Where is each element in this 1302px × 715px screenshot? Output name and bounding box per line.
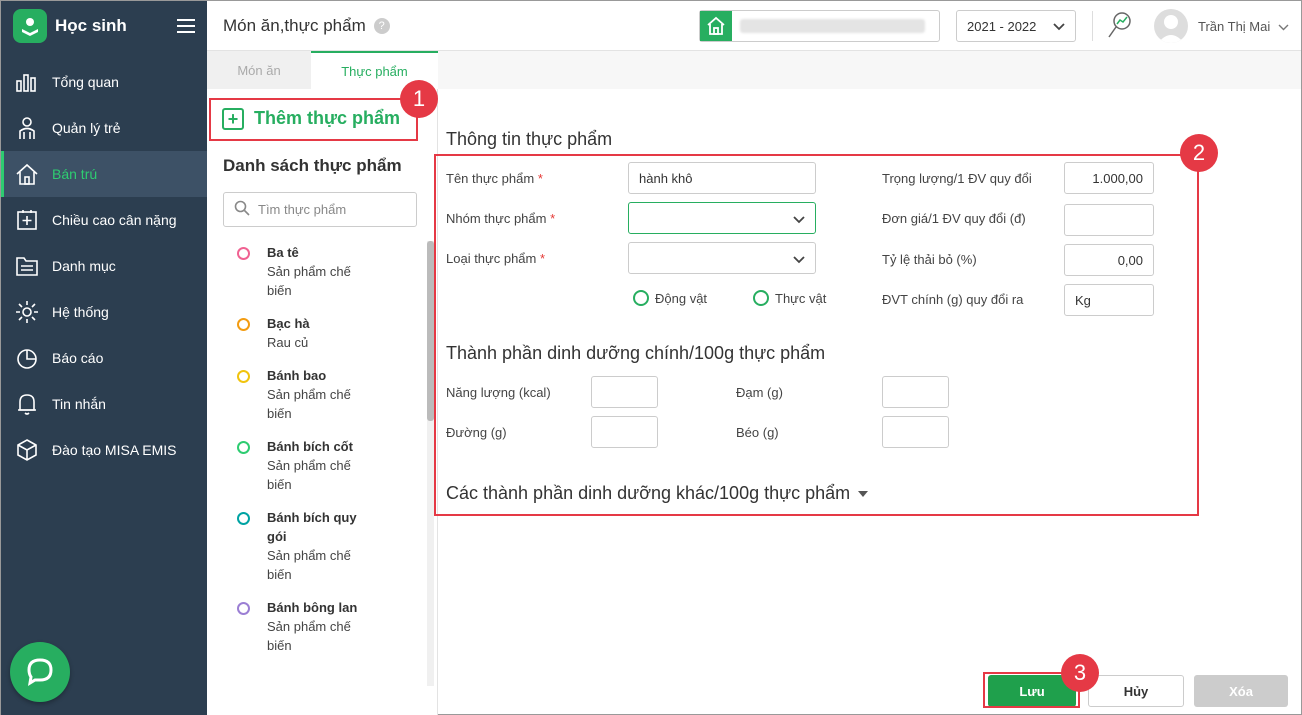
menu-toggle-icon[interactable]: [177, 19, 195, 33]
school-year-value: 2021 - 2022: [967, 18, 1037, 34]
food-list-title: Danh sách thực phẩm: [223, 156, 402, 175]
header-divider: [1092, 11, 1093, 41]
user-menu[interactable]: Trần Thị Mai: [1154, 9, 1289, 43]
tabs: Món ăn Thực phẩm: [207, 51, 438, 89]
food-name: Bánh bao: [267, 368, 327, 383]
sidebar-item-quan-ly-tre[interactable]: Quản lý trẻ: [1, 105, 207, 151]
sidebar-item-label: Đào tạo MISA EMIS: [52, 442, 177, 458]
sidebar-item-label: Hệ thống: [52, 304, 109, 320]
tabs-filler: [438, 51, 1301, 89]
sidebar-item-label: Chiều cao cân nặng: [52, 212, 177, 228]
tab-mon-an[interactable]: Món ăn: [207, 51, 311, 89]
food-category: Rau củ: [267, 335, 309, 350]
child-icon: [13, 114, 41, 142]
house-icon: [13, 160, 41, 188]
chat-support-button[interactable]: [10, 642, 70, 702]
top-header: Món ăn,thực phẩm ? 2021 - 2022 Trần Thị …: [207, 1, 1301, 51]
student-logo-icon: [13, 9, 47, 43]
cancel-button[interactable]: Hủy: [1088, 675, 1184, 707]
chevron-down-icon: [1278, 19, 1289, 34]
food-name: Bánh bông lan: [267, 600, 358, 615]
food-name: Bạc hà: [267, 316, 310, 331]
sidebar: Học sinh Tổng quan Quản lý trẻ Bán trú C…: [1, 1, 207, 715]
food-category: Sản phẩm chế biến: [267, 264, 351, 298]
search-input[interactable]: [258, 202, 408, 217]
status-dot: [237, 318, 250, 331]
plus-square-icon: [13, 206, 41, 234]
cube-icon: [13, 436, 41, 464]
food-name: Ba tê: [267, 245, 299, 260]
sidebar-item-danh-muc[interactable]: Danh mục: [1, 243, 207, 289]
annotation-badge-3: 3: [1061, 654, 1099, 692]
bell-icon: [13, 390, 41, 418]
food-search: [223, 192, 417, 227]
sidebar-item-label: Báo cáo: [52, 350, 104, 366]
list-item[interactable]: Bánh bích quy gói Sản phẩm chế biến: [223, 508, 413, 584]
sidebar-item-bao-cao[interactable]: Báo cáo: [1, 335, 207, 381]
sidebar-item-dao-tao[interactable]: Đào tạo MISA EMIS: [1, 427, 207, 473]
food-category: Sản phẩm chế biến: [267, 619, 351, 653]
section-title: Thông tin thực phẩm: [446, 129, 613, 149]
school-icon: [700, 11, 732, 41]
status-dot: [237, 247, 250, 260]
food-name: Bánh bích cốt: [267, 439, 353, 454]
pie-chart-icon: [13, 344, 41, 372]
sidebar-nav: Tổng quan Quản lý trẻ Bán trú Chiều cao …: [1, 59, 207, 473]
status-dot: [237, 602, 250, 615]
food-category: Sản phẩm chế biến: [267, 387, 351, 421]
sidebar-item-chieu-cao-can-nang[interactable]: Chiều cao cân nặng: [1, 197, 207, 243]
food-name: Bánh bích quy gói: [267, 510, 357, 544]
app-window: Học sinh Tổng quan Quản lý trẻ Bán trú C…: [0, 0, 1302, 715]
bar-chart-icon: [13, 68, 41, 96]
school-selector[interactable]: [699, 10, 940, 42]
scrollbar-thumb[interactable]: [427, 241, 434, 421]
gear-icon: [13, 298, 41, 326]
chevron-down-icon: [1053, 19, 1065, 34]
help-icon[interactable]: ?: [373, 17, 390, 34]
sidebar-item-he-thong[interactable]: Hệ thống: [1, 289, 207, 335]
list-item[interactable]: Bánh bích cốt Sản phẩm chế biến: [223, 437, 413, 494]
annotation-box-2: [434, 154, 1199, 516]
food-category: Sản phẩm chế biến: [267, 548, 351, 582]
sidebar-item-tong-quan[interactable]: Tổng quan: [1, 59, 207, 105]
status-dot: [237, 441, 250, 454]
search-icon: [234, 200, 250, 219]
sidebar-item-label: Tin nhắn: [52, 396, 106, 412]
brand-title: Học sinh: [55, 16, 127, 35]
annotation-badge-2: 2: [1180, 134, 1218, 172]
list-item[interactable]: Ba tê Sản phẩm chế biến: [223, 243, 413, 300]
folder-icon: [13, 252, 41, 280]
list-item[interactable]: Bánh bông lan Sản phẩm chế biến: [223, 598, 413, 655]
school-name-redacted: [740, 19, 925, 33]
delete-button[interactable]: Xóa: [1194, 675, 1288, 707]
sidebar-item-label: Bán trú: [52, 166, 98, 182]
list-item[interactable]: Bánh bao Sản phẩm chế biến: [223, 366, 413, 423]
sidebar-item-label: Danh mục: [52, 258, 116, 274]
sidebar-item-label: Tổng quan: [52, 74, 119, 90]
user-name: Trần Thị Mai: [1198, 18, 1271, 34]
food-list-panel: + Thêm thực phẩm Danh sách thực phẩm Ba …: [207, 89, 438, 715]
status-dot: [237, 512, 250, 525]
annotation-badge-1: 1: [400, 80, 438, 118]
annotation-box-1: [209, 98, 418, 141]
list-item[interactable]: Bạc hà Rau củ: [223, 314, 413, 352]
avatar: [1154, 9, 1188, 43]
food-list: Ba tê Sản phẩm chế biến Bạc hà Rau củ Bánh…: [223, 243, 413, 669]
school-year-select[interactable]: 2021 - 2022: [956, 10, 1076, 42]
food-category: Sản phẩm chế biến: [267, 458, 351, 492]
sidebar-item-tin-nhan[interactable]: Tin nhắn: [1, 381, 207, 427]
status-dot: [237, 370, 250, 383]
sidebar-item-ban-tru[interactable]: Bán trú: [1, 151, 207, 197]
analytics-icon[interactable]: [1107, 11, 1133, 42]
page-title: Món ăn,thực phẩm: [223, 15, 366, 35]
chat-icon: [25, 656, 55, 689]
brand: Học sinh: [1, 1, 207, 51]
sidebar-item-label: Quản lý trẻ: [52, 120, 121, 136]
